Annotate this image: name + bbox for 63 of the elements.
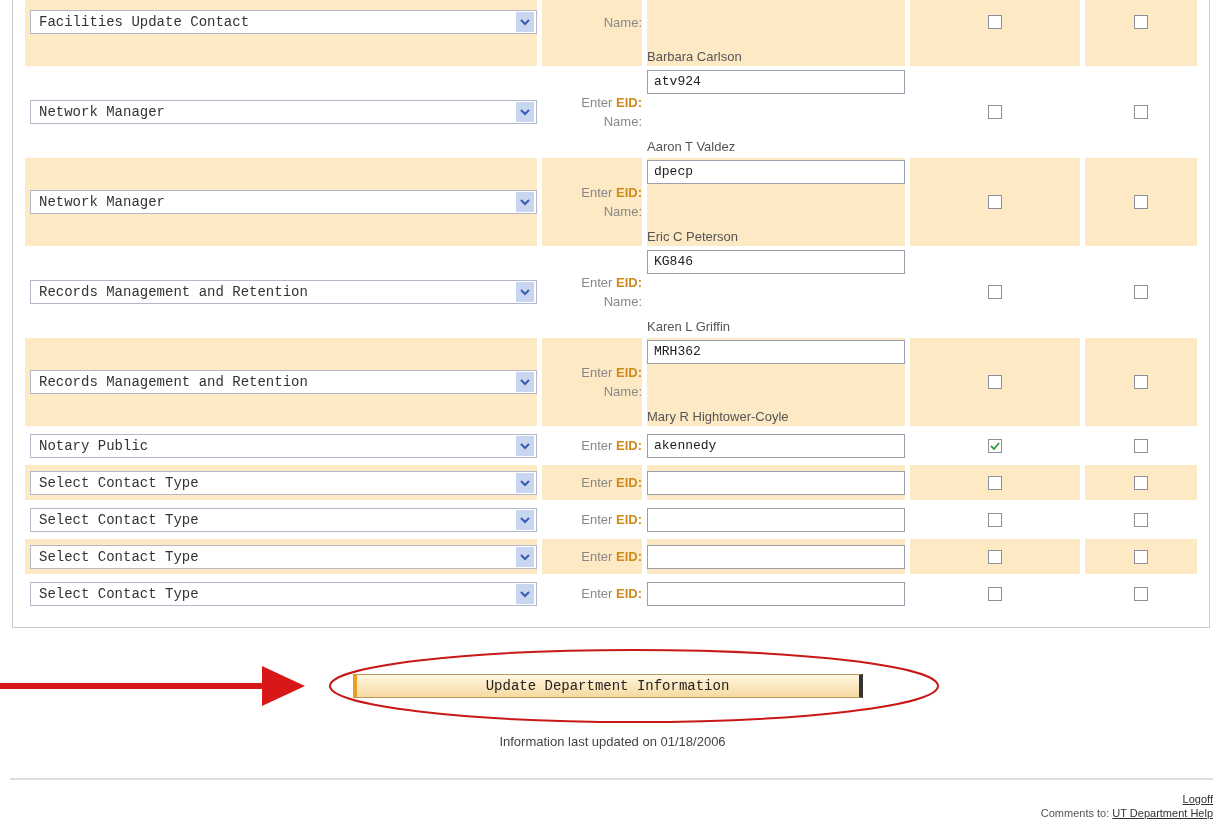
eid-input[interactable]: KG846 (647, 250, 905, 274)
logoff-link[interactable]: Logoff (1182, 793, 1213, 805)
contact-name: Mary R Hightower-Coyle (647, 409, 790, 424)
checkbox[interactable] (1134, 475, 1148, 490)
comments-label: Comments to: (1040, 807, 1110, 819)
name-label: Name: (603, 114, 642, 129)
eid-input[interactable] (647, 470, 905, 495)
contact-type-dropdown[interactable]: Select Contact Type (30, 470, 537, 495)
checkbox[interactable] (1134, 586, 1148, 601)
checkbox[interactable] (988, 285, 1002, 299)
name-label: Name: (603, 384, 642, 399)
name-label: Name: (603, 204, 642, 219)
checkbox[interactable] (988, 475, 1002, 490)
contact-type-dropdown[interactable]: Records Management and Retention (30, 280, 537, 304)
checkbox[interactable] (988, 375, 1002, 389)
contact-name: Karen L Griffin (647, 319, 732, 334)
eid-label: Enter EID: (581, 185, 642, 200)
last-updated-text: Information last updated on 01/18/2006 (499, 734, 726, 749)
checkbox[interactable] (1134, 195, 1148, 209)
update-department-button[interactable]: Update Department Information (352, 674, 863, 698)
eid-input[interactable] (647, 544, 905, 569)
checkbox[interactable] (988, 15, 1002, 29)
eid-input[interactable]: akennedy (647, 433, 905, 458)
contact-type-dropdown[interactable]: Notary Public (30, 433, 537, 458)
contact-name: Barbara Carlson (647, 49, 743, 64)
name-label: Name: (603, 294, 642, 309)
checkbox[interactable] (1134, 15, 1148, 29)
name-label: Name: (603, 14, 642, 30)
eid-label: Enter EID: (581, 438, 642, 453)
checkbox[interactable] (1134, 512, 1148, 527)
checkbox[interactable] (988, 105, 1002, 119)
contact-type-dropdown[interactable]: Records Management and Retention (30, 370, 537, 394)
eid-input[interactable] (647, 507, 905, 532)
eid-label: Enter EID: (581, 549, 642, 564)
eid-label: Enter EID: (581, 365, 642, 380)
eid-label: Enter EID: (581, 512, 642, 527)
eid-label: Enter EID: (581, 275, 642, 290)
checkbox[interactable] (1134, 438, 1148, 453)
help-link[interactable]: UT Department Help (1112, 807, 1213, 819)
contact-name: Eric C Peterson (647, 229, 740, 244)
contact-type-dropdown[interactable]: Select Contact Type (30, 544, 537, 569)
checkbox[interactable] (988, 586, 1002, 601)
contact-type-dropdown[interactable]: Select Contact Type (30, 581, 537, 606)
contact-type-dropdown[interactable]: Network Manager (30, 100, 537, 124)
checkbox[interactable] (1134, 549, 1148, 564)
eid-label: Enter EID: (581, 586, 642, 601)
eid-input[interactable]: atv924 (647, 70, 905, 94)
checkbox[interactable] (988, 195, 1002, 209)
eid-input[interactable] (647, 581, 905, 606)
contact-type-dropdown[interactable]: Facilities Update Contact (30, 10, 537, 34)
eid-label: Enter EID: (581, 475, 642, 490)
checkbox[interactable] (988, 438, 1002, 453)
contact-type-dropdown[interactable]: Select Contact Type (30, 507, 537, 532)
contact-name: Aaron T Valdez (647, 139, 737, 154)
contact-type-dropdown[interactable]: Network Manager (30, 190, 537, 214)
checkbox[interactable] (988, 512, 1002, 527)
checkbox[interactable] (1134, 285, 1148, 299)
eid-input[interactable]: MRH362 (647, 340, 905, 364)
eid-input[interactable]: dpecp (647, 160, 905, 184)
checkbox[interactable] (1134, 375, 1148, 389)
checkbox[interactable] (1134, 105, 1148, 119)
eid-label: Enter EID: (581, 95, 642, 110)
checkbox[interactable] (988, 549, 1002, 564)
